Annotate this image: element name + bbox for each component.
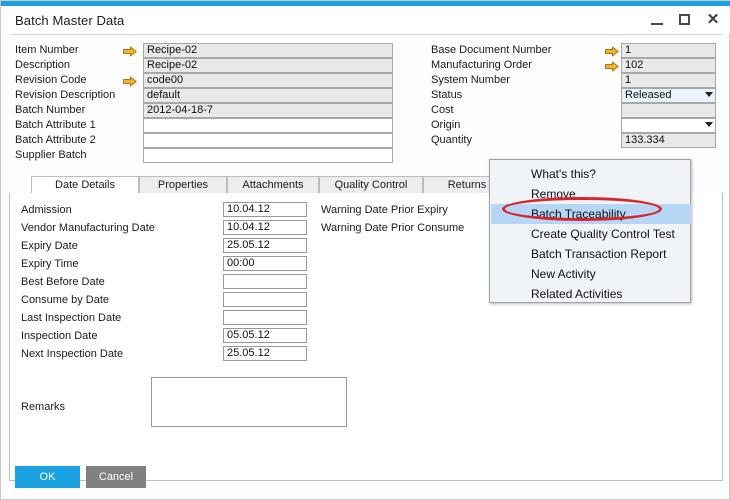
date-label-next-inspection-date: Next Inspection Date bbox=[21, 348, 124, 360]
field-label-status: Status bbox=[431, 89, 463, 101]
field-input-manufacturing-order[interactable]: 102 bbox=[621, 58, 716, 73]
field-label-cost: Cost bbox=[431, 104, 454, 116]
date-input-admission[interactable]: 10.04.12 bbox=[223, 202, 307, 217]
field-input-origin[interactable] bbox=[621, 118, 716, 133]
field-label-revision-code: Revision Code bbox=[15, 74, 87, 86]
field-input-batch-attribute-2[interactable] bbox=[143, 133, 393, 148]
field-value-status: Released bbox=[625, 89, 672, 101]
date-input-inspection-date[interactable]: 05.05.12 bbox=[223, 328, 307, 343]
field-input-description[interactable]: Recipe-02 bbox=[143, 58, 393, 73]
tab-attachments[interactable]: Attachments bbox=[227, 176, 319, 194]
field-input-quantity[interactable]: 133.334 bbox=[621, 133, 716, 148]
link-arrow-icon[interactable] bbox=[605, 46, 619, 57]
field-input-status[interactable]: Released bbox=[621, 88, 716, 103]
batch-master-data-window: Batch Master Data ✕ Item Number Recipe-02… bbox=[0, 0, 730, 500]
field-input-revision-description[interactable]: default bbox=[143, 88, 393, 103]
date-input-consume-by-date[interactable] bbox=[223, 292, 307, 307]
field-input-cost[interactable] bbox=[621, 103, 716, 118]
field-label-manufacturing-order: Manufacturing Order bbox=[431, 59, 532, 71]
date-label-last-inspection-date: Last Inspection Date bbox=[21, 312, 122, 324]
link-arrow-icon[interactable] bbox=[123, 76, 137, 87]
field-label-revision-description: Revision Description bbox=[15, 89, 116, 101]
field-label-origin: Origin bbox=[431, 119, 461, 131]
close-icon[interactable]: ✕ bbox=[705, 12, 721, 28]
menu-item-batch-traceability[interactable]: Batch Traceability bbox=[491, 204, 691, 224]
context-menu: What's this? Remove Batch Traceability Crea… bbox=[489, 159, 691, 303]
date-label-expiry-time: Expiry Time bbox=[21, 258, 79, 270]
field-input-batch-attribute-1[interactable] bbox=[143, 118, 393, 133]
remarks-input[interactable] bbox=[151, 377, 347, 427]
field-input-batch-number[interactable]: 2012-04-18-7 bbox=[143, 103, 393, 118]
date-input-next-inspection-date[interactable]: 25.05.12 bbox=[223, 346, 307, 361]
date-label-admission: Admission bbox=[21, 204, 72, 216]
field-input-system-number[interactable]: 1 bbox=[621, 73, 716, 88]
chevron-down-icon[interactable] bbox=[705, 122, 713, 127]
title-bar: Batch Master Data ✕ bbox=[1, 6, 730, 34]
link-arrow-icon[interactable] bbox=[605, 61, 619, 72]
field-label-batch-attribute-1: Batch Attribute 1 bbox=[15, 119, 96, 131]
menu-item-related-activities[interactable]: Related Activities bbox=[491, 284, 691, 304]
date-label-best-before-date: Best Before Date bbox=[21, 276, 105, 288]
window-controls: ✕ bbox=[649, 12, 721, 28]
remarks-label: Remarks bbox=[21, 401, 66, 413]
date-label-vendor-manufacturing-date: Vendor Manufacturing Date bbox=[21, 222, 155, 234]
date-input-best-before-date[interactable] bbox=[223, 274, 307, 289]
field-label-quantity: Quantity bbox=[431, 134, 472, 146]
link-arrow-icon[interactable] bbox=[123, 46, 137, 57]
field-label-base-document-number: Base Document Number bbox=[431, 44, 552, 56]
field-label-batch-attribute-2: Batch Attribute 2 bbox=[15, 134, 96, 146]
field-value-manufacturing-order: 102 bbox=[625, 59, 644, 71]
warning-label-warning-date-prior-expiry: Warning Date Prior Expiry bbox=[321, 204, 448, 216]
field-value-base-document-number: 1 bbox=[625, 44, 632, 56]
field-label-description: Description bbox=[15, 59, 71, 71]
field-label-item-number: Item Number bbox=[15, 44, 79, 56]
date-input-vendor-manufacturing-date[interactable]: 10.04.12 bbox=[223, 220, 307, 235]
window-title: Batch Master Data bbox=[15, 13, 125, 28]
field-input-revision-code[interactable]: code00 bbox=[143, 73, 393, 88]
field-label-batch-number: Batch Number bbox=[15, 104, 86, 116]
menu-item-new-activity[interactable]: New Activity bbox=[491, 264, 691, 284]
field-input-base-document-number[interactable]: 1 bbox=[621, 43, 716, 58]
field-label-system-number: System Number bbox=[431, 74, 510, 86]
field-input-item-number[interactable]: Recipe-02 bbox=[143, 43, 393, 58]
warning-label-warning-date-prior-consume: Warning Date Prior Consume bbox=[321, 222, 465, 234]
title-separator bbox=[11, 34, 723, 35]
tab-properties[interactable]: Properties bbox=[139, 176, 227, 194]
header-form: Item Number Recipe-02 Description Recipe-02… bbox=[1, 37, 730, 165]
date-input-expiry-time[interactable]: 00:00 bbox=[223, 256, 307, 271]
field-input-supplier-batch[interactable] bbox=[143, 148, 393, 163]
date-input-expiry-date[interactable]: 25.05.12 bbox=[223, 238, 307, 253]
field-value-quantity: 133.334 bbox=[625, 134, 665, 146]
minimize-icon[interactable] bbox=[649, 12, 665, 28]
tab-quality-control[interactable]: Quality Control bbox=[319, 176, 423, 194]
date-label-inspection-date: Inspection Date bbox=[21, 330, 98, 342]
chevron-down-icon[interactable] bbox=[705, 92, 713, 97]
date-label-expiry-date: Expiry Date bbox=[21, 240, 78, 252]
menu-item-create-quality-control-test[interactable]: Create Quality Control Test bbox=[491, 224, 691, 244]
field-label-supplier-batch: Supplier Batch bbox=[15, 149, 87, 161]
cancel-button[interactable]: Cancel bbox=[86, 466, 146, 488]
ok-button[interactable]: OK bbox=[15, 466, 80, 488]
date-input-last-inspection-date[interactable] bbox=[223, 310, 307, 325]
menu-item-batch-transaction-report[interactable]: Batch Transaction Report bbox=[491, 244, 691, 264]
menu-item-remove[interactable]: Remove bbox=[491, 184, 691, 204]
maximize-icon[interactable] bbox=[677, 12, 693, 28]
date-label-consume-by-date: Consume by Date bbox=[21, 294, 110, 306]
menu-item-what-s-this[interactable]: What's this? bbox=[491, 164, 691, 184]
field-value-system-number: 1 bbox=[625, 74, 632, 86]
